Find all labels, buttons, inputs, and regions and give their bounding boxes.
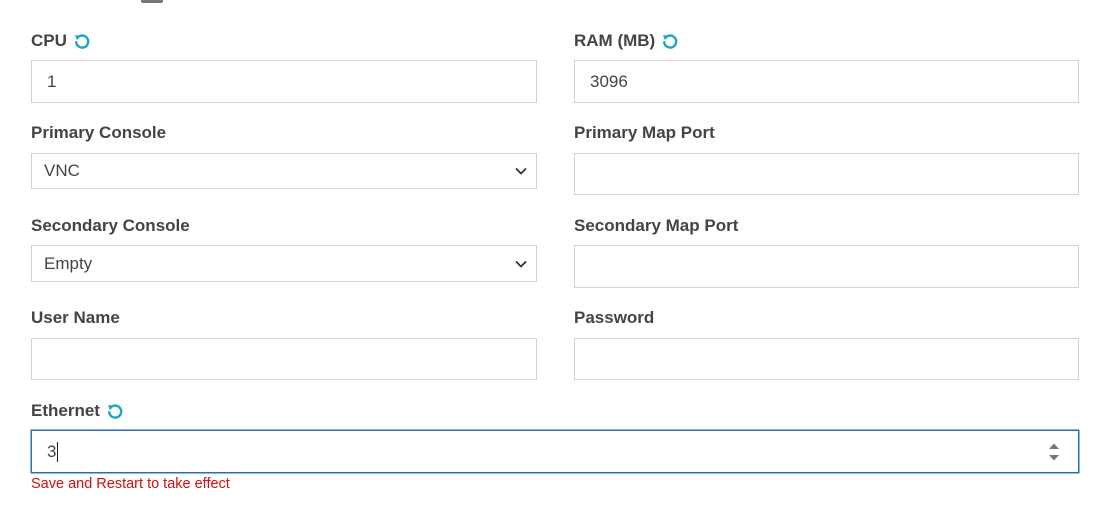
ethernet-number-input[interactable]: 3	[31, 430, 1079, 473]
secondary-console-label: Secondary Console	[31, 216, 190, 236]
ram-label-text: RAM (MB)	[574, 31, 656, 50]
password-input[interactable]	[574, 338, 1079, 380]
secondary-console-selected: Empty	[44, 253, 93, 273]
ram-input[interactable]: 3096	[574, 60, 1079, 103]
ram-label: RAM (MB)	[574, 31, 679, 51]
secondary-console-select[interactable]: Empty	[31, 245, 537, 282]
partial-toolbar-icon	[141, 0, 163, 3]
secondary-map-port-label: Secondary Map Port	[574, 216, 738, 236]
secondary-map-port-input[interactable]	[574, 245, 1079, 288]
password-label: Password	[574, 308, 654, 328]
ethernet-label: Ethernet	[31, 401, 124, 421]
primary-console-selected: VNC	[44, 161, 80, 180]
primary-map-port-input[interactable]	[574, 153, 1079, 195]
cpu-reset-icon[interactable]	[73, 32, 91, 50]
spinner-down-icon[interactable]	[1048, 454, 1060, 462]
user-name-label: User Name	[31, 308, 120, 328]
secondary-console-label-text: Secondary Console	[31, 216, 190, 235]
ethernet-label-text: Ethernet	[31, 401, 100, 420]
primary-map-port-label: Primary Map Port	[574, 123, 715, 143]
primary-map-port-label-text: Primary Map Port	[574, 123, 715, 142]
chevron-down-icon	[514, 164, 528, 178]
ram-input-value: 3096	[590, 71, 628, 91]
ethernet-value: 3	[47, 441, 57, 461]
ethernet-hint-text: Save and Restart to take effect	[31, 476, 230, 492]
primary-console-label-text: Primary Console	[31, 123, 167, 142]
secondary-map-port-label-text: Secondary Map Port	[574, 216, 739, 235]
chevron-down-icon	[514, 257, 528, 271]
text-caret	[57, 441, 59, 462]
cpu-input[interactable]: 1	[31, 60, 537, 103]
password-label-text: Password	[574, 308, 655, 327]
spinner-up-icon[interactable]	[1048, 442, 1060, 450]
number-spinner[interactable]	[1048, 442, 1060, 462]
cpu-input-value: 1	[47, 71, 57, 91]
user-name-label-text: User Name	[31, 308, 120, 327]
cpu-label: CPU	[31, 31, 91, 51]
cpu-label-text: CPU	[31, 31, 67, 50]
primary-console-select[interactable]: VNC	[31, 153, 537, 189]
ram-reset-icon[interactable]	[661, 32, 679, 50]
ethernet-reset-icon[interactable]	[106, 402, 124, 420]
primary-console-label: Primary Console	[31, 123, 166, 143]
user-name-input[interactable]	[31, 338, 537, 380]
